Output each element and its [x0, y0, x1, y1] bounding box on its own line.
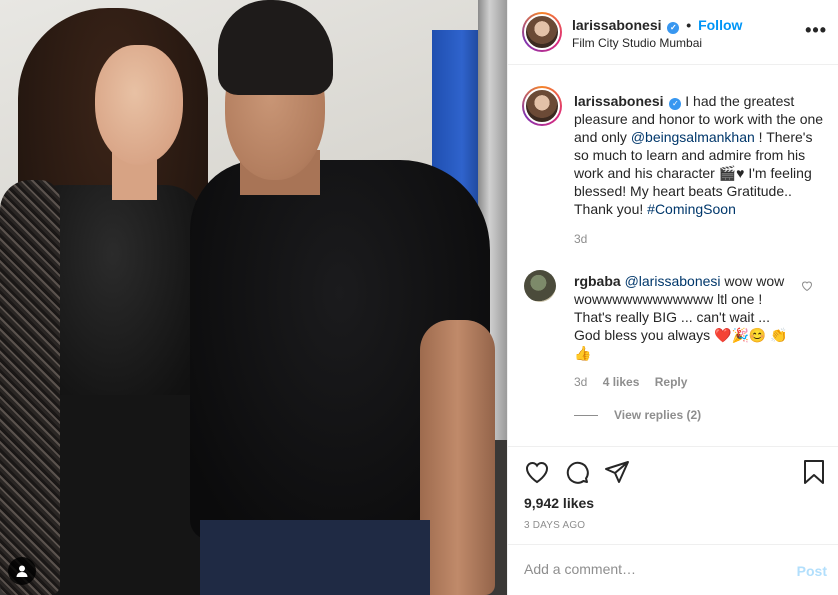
comment-composer: Post	[508, 544, 838, 595]
caption-username[interactable]: larissabonesi	[574, 93, 664, 109]
comment-like-icon[interactable]	[801, 280, 813, 294]
commenter-username[interactable]: rgbaba	[574, 273, 621, 289]
woman-sleeve	[0, 180, 60, 595]
reply-button[interactable]: Reply	[655, 375, 688, 389]
man-jeans	[200, 520, 430, 595]
location-link[interactable]: Film City Studio Mumbai	[572, 36, 702, 50]
likes-count[interactable]: 9,942 likes	[524, 495, 594, 511]
author-avatar[interactable]	[522, 12, 562, 52]
separator-dot: •	[686, 17, 692, 33]
post-actions: 9,942 likes 3 DAYS AGO	[508, 446, 838, 546]
man-arm	[420, 320, 495, 595]
caption-avatar[interactable]	[522, 86, 562, 126]
bookmark-icon[interactable]	[801, 459, 827, 485]
add-comment-input[interactable]	[524, 561, 764, 577]
caption-age[interactable]: 3d	[574, 230, 824, 248]
comment-mention[interactable]: @larissabonesi	[625, 273, 721, 289]
follow-button[interactable]: Follow	[698, 17, 742, 33]
post-sidebar: larissabonesi ✓ • Follow Film City Studi…	[507, 0, 838, 595]
more-options-icon[interactable]: •••	[805, 20, 827, 41]
view-replies-button[interactable]: View replies (2)	[574, 408, 701, 422]
verified-icon: ✓	[669, 98, 682, 110]
heart-icon[interactable]	[524, 459, 550, 485]
caption: larissabonesi ✓ I had the greatest pleas…	[574, 92, 824, 248]
comment-meta: 3d 4 likes Reply	[574, 375, 699, 389]
author-line: larissabonesi ✓ • Follow	[572, 17, 742, 34]
paper-plane-icon[interactable]	[604, 459, 630, 485]
comment-bubble-icon[interactable]	[564, 459, 590, 485]
post-comment-button[interactable]: Post	[797, 563, 827, 579]
comment: rgbaba @larissabonesi wow wow wowwwwwwww…	[574, 272, 789, 362]
woman-face	[95, 45, 183, 165]
replies-divider	[574, 415, 598, 417]
comment-likes[interactable]: 4 likes	[603, 375, 640, 389]
comments-section: larissabonesi ✓ I had the greatest pleas…	[508, 66, 838, 446]
author-username[interactable]: larissabonesi	[572, 17, 662, 33]
post-date[interactable]: 3 DAYS AGO	[524, 520, 585, 531]
view-replies-label: View replies (2)	[614, 408, 702, 422]
caption-mention[interactable]: @beingsalmankhan	[631, 129, 755, 145]
commenter-avatar[interactable]	[524, 270, 556, 302]
post-photo[interactable]	[0, 0, 507, 595]
verified-icon: ✓	[667, 22, 680, 34]
caption-hashtag[interactable]: #ComingSoon	[647, 201, 736, 217]
post-header: larissabonesi ✓ • Follow Film City Studi…	[508, 0, 838, 65]
comment-age[interactable]: 3d	[574, 375, 587, 389]
user-tag-icon[interactable]	[8, 557, 36, 585]
